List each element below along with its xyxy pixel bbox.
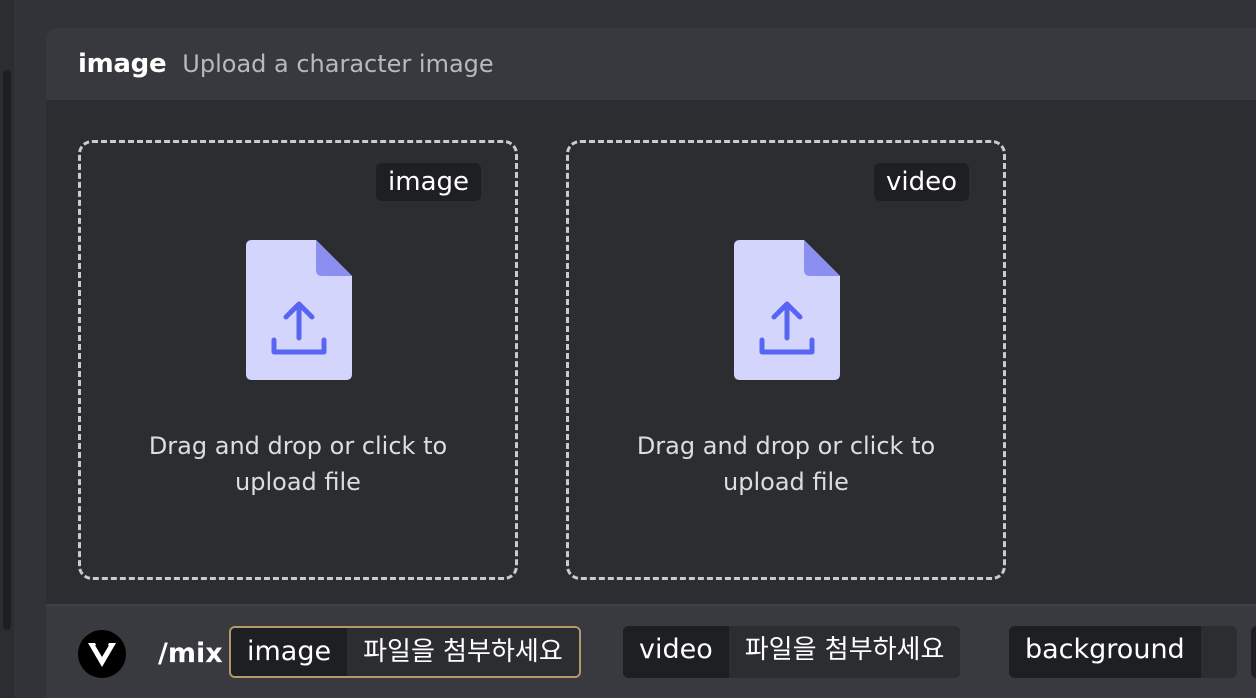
option-pill-value (1200, 626, 1237, 678)
dropzone-line-1: Drag and drop or click to (636, 432, 936, 460)
option-pill-value: 파일을 첨부하세요 (347, 628, 579, 676)
option-description: Upload a character image (182, 50, 494, 78)
viggle-logo-icon (78, 630, 126, 678)
dropzone-instructions: Drag and drop or click to upload file (81, 428, 515, 500)
option-pill-image[interactable]: image 파일을 첨부하세요 (229, 626, 581, 678)
option-pill-label: background (1009, 626, 1201, 678)
dropzone-instructions: Drag and drop or click to upload file (569, 428, 1003, 500)
dropzone-line-1: Drag and drop or click to (148, 432, 448, 460)
option-pill-label: video (623, 626, 729, 678)
option-pill-label: image (231, 628, 348, 676)
dropzone-tag-video: video (873, 163, 969, 201)
video-dropzone[interactable]: video Drag and drop or click to upload f… (566, 140, 1006, 580)
outer-scrollbar[interactable] (0, 0, 14, 698)
panel-header: image Upload a character image (46, 28, 1256, 100)
file-upload-icon (246, 240, 352, 380)
option-pill-video[interactable]: video 파일을 첨부하세요 (623, 626, 961, 678)
command-name: /mix (158, 638, 223, 669)
file-upload-icon (734, 240, 840, 380)
outer-scrollbar-thumb[interactable] (3, 70, 11, 630)
command-input-bar[interactable]: /mix image 파일을 첨부하세요 video 파일을 첨부하세요 bac… (46, 604, 1256, 698)
option-pill-value: 파일을 첨부하세요 (728, 626, 961, 678)
option-name: image (78, 49, 167, 79)
option-pill-background[interactable]: background (1009, 626, 1237, 678)
image-dropzone[interactable]: image Drag and drop or click to upload f… (78, 140, 518, 580)
attachment-options-panel: image Upload a character image image Dra… (46, 28, 1256, 698)
dropzone-tag-image: image (376, 163, 481, 201)
dropzone-line-2: upload file (723, 468, 849, 496)
option-pill-overflow[interactable] (1251, 626, 1256, 678)
dropzone-line-2: upload file (235, 468, 361, 496)
